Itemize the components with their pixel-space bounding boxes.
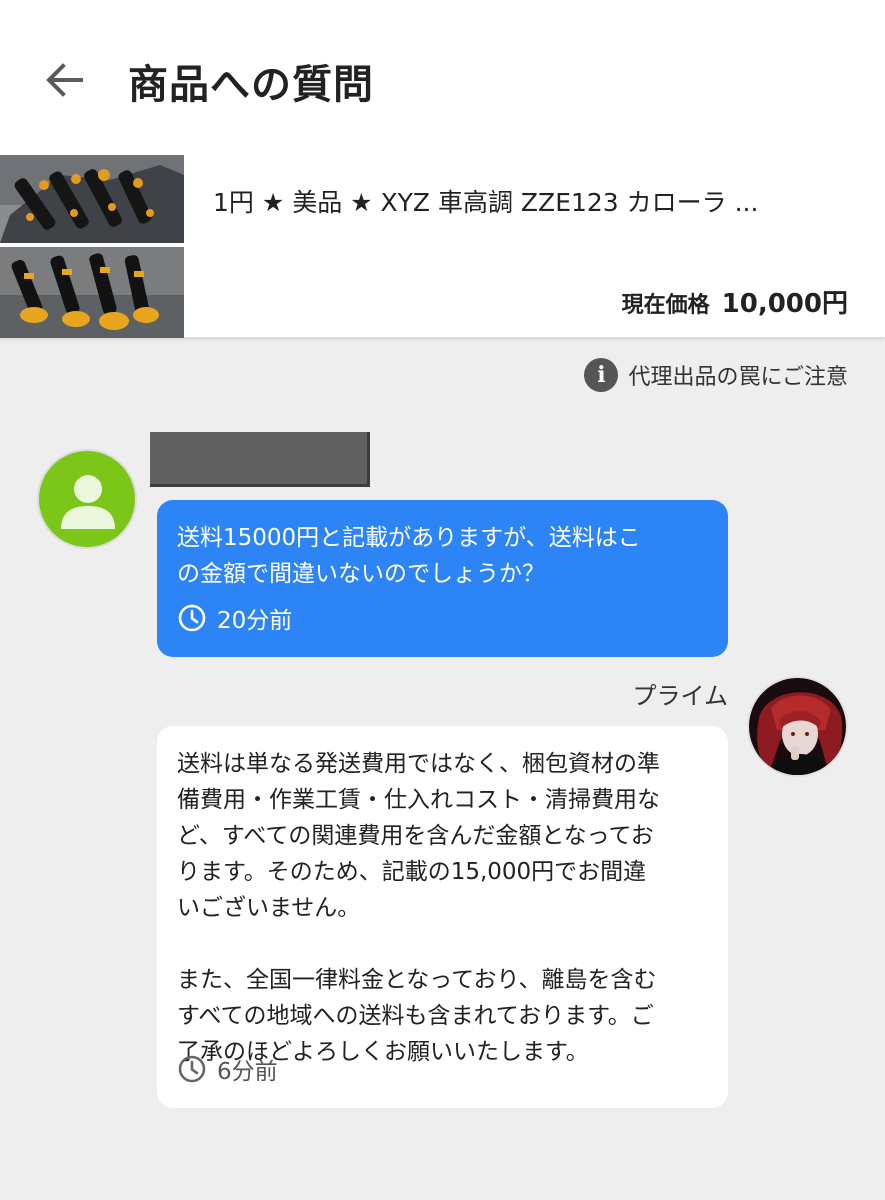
price-label: 現在価格 — [621, 293, 710, 318]
app-header: 商品への質問 — [0, 0, 885, 155]
product-image — [0, 155, 184, 338]
answer-timestamp: 6分前 — [177, 1052, 278, 1086]
clock-icon — [178, 604, 206, 632]
avatar[interactable] — [37, 449, 137, 549]
question-text: 送料15000円と記載がありますが、送料はこ の金額で間違いないのでしょうか？ — [177, 525, 641, 587]
question-timestamp: 20分前 — [177, 601, 292, 635]
seller-avatar-image — [749, 678, 846, 775]
answer-bubble: 送料は単なる発送費用ではなく、梱包資材の準 備費用・作業工賃・仕入れコスト・清掃… — [157, 726, 728, 1108]
clock-icon — [178, 1055, 206, 1083]
answer-time: 6分前 — [217, 1059, 278, 1085]
product-thumbnail[interactable] — [0, 155, 184, 338]
product-card[interactable]: 1円 ★ 美品 ★ XYZ 車高調 ZZE123 カローラ ... 現在価格 1… — [0, 155, 885, 338]
product-title[interactable]: 1円 ★ 美品 ★ XYZ 車高調 ZZE123 カローラ ... — [213, 183, 853, 219]
page-title: 商品への質問 — [128, 62, 374, 108]
question-time: 20分前 — [217, 608, 293, 634]
redacted-username — [150, 432, 370, 487]
answer-text: 送料は単なる発送費用ではなく、梱包資材の準 備費用・作業工賃・仕入れコスト・清掃… — [177, 751, 660, 1065]
seller-name: プライム — [632, 682, 728, 710]
seller-avatar[interactable] — [747, 676, 848, 777]
proxy-listing-notice[interactable]: i 代理出品の罠にご注意 — [584, 358, 848, 392]
back-button[interactable] — [36, 52, 92, 108]
notice-text: 代理出品の罠にご注意 — [628, 365, 848, 390]
price-row: 現在価格 10,000円 — [622, 283, 848, 320]
qa-page: 商品への質問 1円 ★ 美品 ★ XYZ 車高調 ZZE123 カローラ ...… — [0, 0, 885, 1200]
person-icon — [61, 475, 115, 529]
info-icon: i — [584, 358, 619, 392]
arrow-left-icon — [46, 63, 83, 97]
price-value: 10,000円 — [721, 289, 848, 319]
question-bubble: 送料15000円と記載がありますが、送料はこ の金額で間違いないのでしょうか？ … — [157, 500, 728, 657]
